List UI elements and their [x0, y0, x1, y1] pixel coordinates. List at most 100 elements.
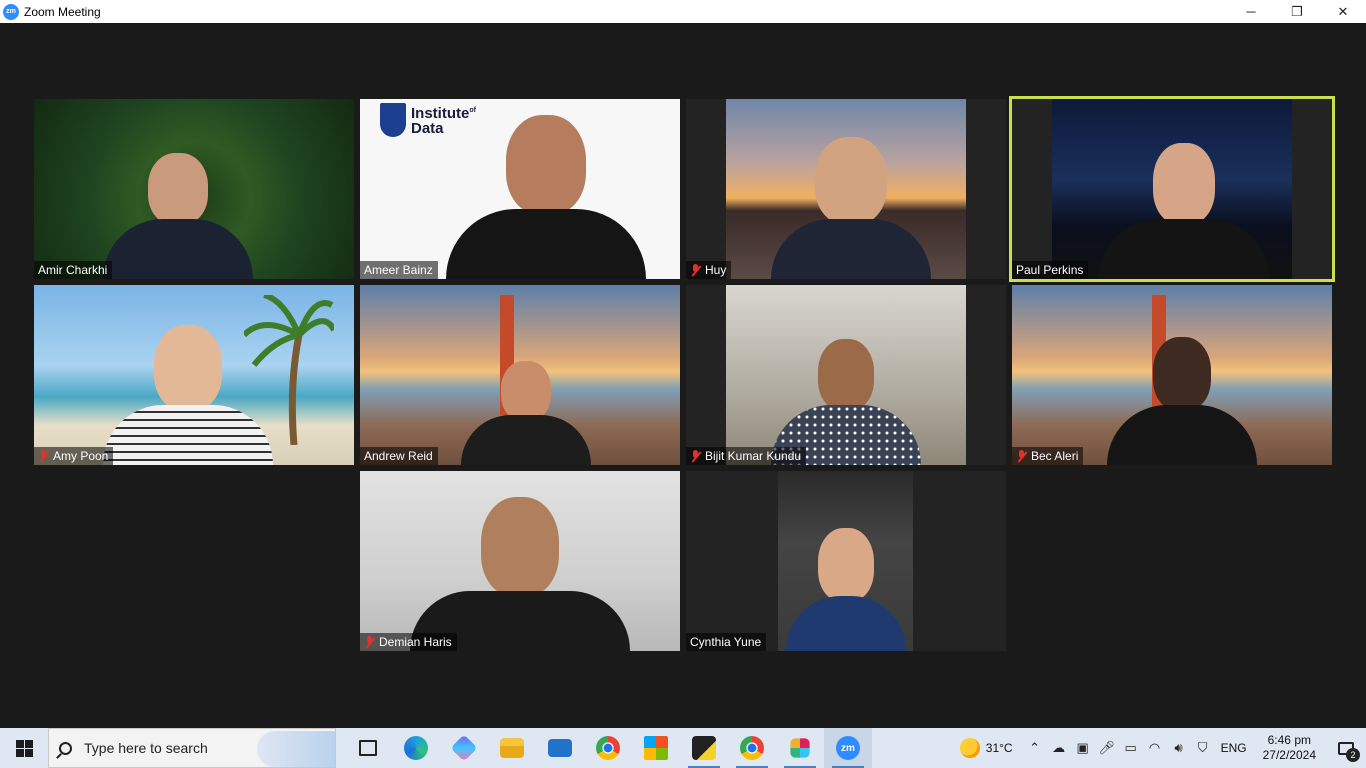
video-feed [726, 99, 966, 279]
video-feed [1052, 99, 1292, 279]
participant-tile[interactable]: Bec Aleri [1012, 285, 1332, 465]
video-feed [34, 285, 354, 465]
system-tray: 31°C ⌃ ☁ ▣ 🎤︎ ▭ ◠ 🔊︎ ⛉ ENG 6:46 pm 27/2/… [950, 728, 1366, 768]
notification-center-button[interactable]: 2 [1326, 728, 1366, 768]
participant-tile[interactable]: Bijit Kumar Kundu [686, 285, 1006, 465]
name-label: Amir Charkhi [34, 261, 113, 279]
name-label: Bec Aleri [1012, 447, 1084, 465]
minimize-button[interactable]: ─ [1228, 0, 1274, 23]
video-feed: Instituteof Data [360, 99, 680, 279]
search-icon [59, 741, 72, 755]
participant-name: Bec Aleri [1031, 449, 1079, 463]
participant-name: Cynthia Yune [690, 635, 762, 649]
security-shield-icon[interactable]: ⛉ [1191, 728, 1215, 768]
name-label: Huy [686, 261, 732, 279]
name-label: Ameer Bainz [360, 261, 438, 279]
participant-tile[interactable]: Amir Charkhi [34, 99, 354, 279]
participant-tile[interactable]: Demian Haris [360, 471, 680, 651]
battery-icon[interactable]: ▭ [1119, 728, 1143, 768]
search-input[interactable] [84, 740, 264, 756]
participant-tile-active-speaker[interactable]: Paul Perkins [1009, 96, 1335, 282]
input-language[interactable]: ENG [1215, 741, 1253, 755]
video-feed [1012, 285, 1332, 465]
slack-icon[interactable] [776, 728, 824, 768]
participant-tile[interactable]: Cynthia Yune [686, 471, 1006, 651]
window-title: Zoom Meeting [24, 4, 101, 19]
copilot-icon[interactable] [440, 728, 488, 768]
chrome-profile-icon[interactable] [728, 728, 776, 768]
participant-name: Amir Charkhi [38, 263, 108, 277]
windows-taskbar: zm 31°C ⌃ ☁ ▣ 🎤︎ ▭ ◠ 🔊︎ ⛉ ENG 6:46 pm 27… [0, 728, 1366, 768]
taskbar-apps: zm [344, 728, 872, 768]
microphone-icon[interactable]: 🎤︎ [1095, 728, 1119, 768]
store-icon[interactable] [632, 728, 680, 768]
muted-mic-icon [364, 635, 376, 649]
participant-name: Demian Haris [379, 635, 452, 649]
task-view-icon[interactable] [344, 728, 392, 768]
video-feed [34, 99, 354, 279]
start-button[interactable] [0, 728, 48, 768]
participant-name: Andrew Reid [364, 449, 433, 463]
zoom-icon[interactable]: zm [824, 728, 872, 768]
partly-sunny-icon [959, 738, 980, 758]
participant-video [410, 497, 630, 651]
zoom-app-icon: zm [3, 3, 19, 20]
muted-mic-icon [38, 449, 50, 463]
participant-name: Paul Perkins [1016, 263, 1084, 277]
taskbar-search[interactable] [48, 728, 336, 768]
sticky-notes-icon[interactable] [680, 728, 728, 768]
shield-icon [380, 103, 406, 137]
restore-button[interactable]: ❐ [1274, 0, 1320, 23]
windows-logo-icon [15, 739, 33, 757]
participant-name: Amy Poon [53, 449, 109, 463]
muted-mic-icon [690, 449, 702, 463]
clock-time: 6:46 pm [1267, 733, 1311, 747]
clock-date: 27/2/2024 [1262, 748, 1316, 762]
participant-tile[interactable]: Amy Poon [34, 285, 354, 465]
notification-count: 2 [1346, 748, 1360, 762]
window-controls: ─ ❐ ✕ [1228, 0, 1366, 23]
chevron-up-icon[interactable]: ⌃ [1023, 728, 1047, 768]
meet-now-icon[interactable]: ▣ [1071, 728, 1095, 768]
participant-video [445, 115, 646, 279]
participant-video [785, 528, 906, 651]
participant-video [461, 361, 592, 465]
wifi-icon[interactable]: ◠ [1143, 728, 1167, 768]
close-button[interactable]: ✕ [1320, 0, 1366, 23]
participant-tile[interactable]: Instituteof Data Ameer Bainz [360, 99, 680, 279]
muted-mic-icon [1016, 449, 1028, 463]
video-feed [778, 471, 913, 651]
gallery-view: Amir Charkhi Instituteof Data Ameer Bainz… [0, 23, 1366, 728]
name-label: Andrew Reid [360, 447, 438, 465]
video-feed [360, 471, 680, 651]
participant-video [1099, 143, 1269, 279]
weather-temperature: 31°C [985, 741, 1013, 755]
participant-tile[interactable]: Huy [686, 99, 1006, 279]
video-feed [726, 285, 966, 465]
search-highlight-art [257, 731, 335, 767]
participant-name: Bijit Kumar Kundu [705, 449, 802, 463]
mail-icon[interactable] [536, 728, 584, 768]
video-feed [360, 285, 680, 465]
onedrive-icon[interactable]: ☁ [1047, 728, 1071, 768]
name-label: Demian Haris [360, 633, 457, 651]
participant-name: Huy [705, 263, 727, 277]
speaker-icon[interactable]: 🔊︎ [1167, 728, 1191, 768]
edge-icon[interactable] [392, 728, 440, 768]
file-explorer-icon[interactable] [488, 728, 536, 768]
participant-name: Ameer Bainz [364, 263, 433, 277]
participant-tile[interactable]: Andrew Reid [360, 285, 680, 465]
clock[interactable]: 6:46 pm 27/2/2024 [1253, 733, 1326, 763]
muted-mic-icon [690, 263, 702, 277]
name-label: Paul Perkins [1012, 261, 1089, 279]
name-label: Bijit Kumar Kundu [686, 447, 807, 465]
participant-video [103, 153, 253, 279]
name-label: Cynthia Yune [686, 633, 767, 651]
participant-video [1106, 337, 1257, 465]
participant-video [102, 325, 273, 465]
chrome-icon[interactable] [584, 728, 632, 768]
weather-widget[interactable]: 31°C [950, 738, 1023, 758]
participant-video [770, 137, 931, 279]
title-bar: zm Zoom Meeting ─ ❐ ✕ [0, 0, 1366, 23]
name-label: Amy Poon [34, 447, 114, 465]
